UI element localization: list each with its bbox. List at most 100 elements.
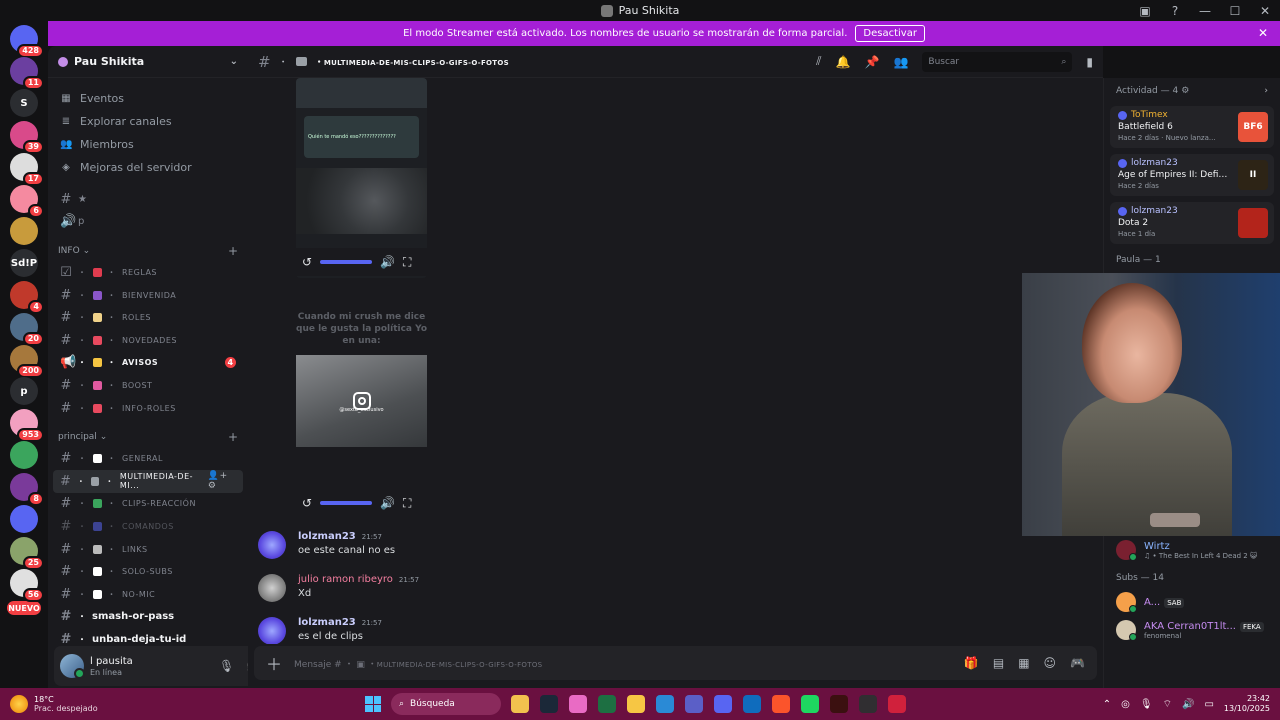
invite-icon[interactable]: 👤+	[208, 471, 228, 481]
channel-item[interactable]: 🔊 p	[48, 211, 248, 234]
monitor-icon[interactable]: ▣	[1130, 4, 1160, 18]
outlook-icon[interactable]	[743, 695, 761, 713]
server-icon[interactable]: 56	[10, 569, 44, 602]
server-icon[interactable]: S	[10, 89, 38, 117]
message[interactable]: lolzman23 21:57 oe este canal no es	[258, 531, 395, 559]
user-info[interactable]: l pausita En línea	[90, 656, 133, 677]
minimize-icon[interactable]: —	[1190, 4, 1220, 18]
server-icon[interactable]: 11	[10, 57, 44, 90]
discord-icon[interactable]: 428	[10, 25, 44, 58]
clock[interactable]: 23:42 13/10/2025	[1224, 694, 1270, 715]
channel-clips-reacci-n[interactable]: # ・ ・ clips-reacción	[48, 493, 248, 516]
member-item[interactable]: A... SAB	[1104, 588, 1280, 616]
message-author[interactable]: lolzman23 21:57	[298, 531, 395, 542]
replay-icon[interactable]: ↺	[302, 496, 312, 510]
weather-widget[interactable]: 18°C Prac. despejado	[0, 695, 98, 713]
search-input[interactable]: Buscar ⌕	[922, 51, 1073, 72]
channel-comandos[interactable]: # ・ ・ comandos	[48, 515, 248, 538]
volume-icon[interactable]: 🔊	[380, 496, 395, 510]
activity-card[interactable]: lolzman23Age of Empires II: Definitiv...…	[1110, 154, 1274, 196]
nav-item[interactable]: ▦ Eventos	[48, 87, 248, 109]
discord-icon[interactable]	[714, 695, 732, 713]
banner-close-icon[interactable]: ✕	[1258, 26, 1268, 40]
wifi-icon[interactable]: ⌔	[1163, 698, 1172, 711]
microphone-icon[interactable]: 🎙	[1140, 699, 1153, 710]
pin-icon[interactable]: 📌	[864, 55, 879, 69]
channel-novedades[interactable]: # ・ ・ novedades	[48, 329, 248, 352]
channel-no-mic[interactable]: # ・ ・ no-mic	[48, 583, 248, 606]
avatar[interactable]	[258, 531, 286, 559]
channel-boost[interactable]: # ・ ・ boost	[48, 374, 248, 397]
server-icon[interactable]: 8	[10, 473, 44, 506]
activity-card[interactable]: ToTimex Battlefield 6 Hace 2 días · Nuevo …	[1110, 106, 1274, 148]
fullscreen-icon[interactable]: ⛶	[403, 496, 411, 511]
crown-icon[interactable]	[10, 217, 38, 245]
channel-reglas[interactable]: ☑ ・ ・ reglas	[48, 261, 248, 284]
member-item[interactable]: Wirtz ♫ • The Best In Left 4 Dead 2 😺	[1104, 538, 1280, 562]
record-icon[interactable]	[830, 695, 848, 713]
app-red-icon[interactable]	[888, 695, 906, 713]
new-badge[interactable]: NUEVO	[7, 601, 41, 615]
channel-links[interactable]: # ・ ・ links	[48, 538, 248, 561]
inbox-icon[interactable]: ▮	[1086, 55, 1093, 69]
edge-icon[interactable]	[656, 695, 674, 713]
folder-icon[interactable]	[627, 695, 645, 713]
member-item[interactable]: AKA Cerran0T1lt... FEKA fenomenal	[1104, 616, 1280, 644]
maximize-icon[interactable]: ☐	[1220, 4, 1250, 18]
obs-icon[interactable]	[859, 695, 877, 713]
server-icon[interactable]: 4	[10, 281, 44, 314]
server-icon[interactable]: 17	[10, 153, 44, 186]
threads-icon[interactable]: ⫽	[816, 54, 821, 69]
gift-icon[interactable]: 🎁	[964, 656, 979, 670]
battery-icon[interactable]: ▭	[1204, 699, 1213, 710]
channel-solo-subs[interactable]: # ・ ・ solo-subs	[48, 560, 248, 583]
channel-roles[interactable]: # ・ ・ roles	[48, 306, 248, 329]
server-icon[interactable]: 25	[10, 537, 44, 570]
nav-item[interactable]: ≣ Explorar canales	[48, 110, 248, 132]
add-channel-icon[interactable]: +	[228, 244, 238, 258]
file-explorer-icon[interactable]	[511, 695, 529, 713]
deactivate-button[interactable]: Desactivar	[855, 25, 925, 42]
help-icon[interactable]: ?	[1160, 4, 1190, 18]
fullscreen-icon[interactable]: ⛶	[403, 255, 411, 270]
replay-icon[interactable]: ↺	[302, 255, 312, 269]
message-author[interactable]: lolzman23 21:57	[298, 617, 382, 628]
activity-card[interactable]: lolzman23 Dota 2 Hace 1 día	[1110, 202, 1274, 244]
close-icon[interactable]: ✕	[1250, 4, 1280, 18]
channel-multimedia-de-mi[interactable]: # ・ ・ multimedia-de-mi... 👤+ ⚙	[53, 469, 243, 493]
category-principal[interactable]: principal ⌄ +	[48, 427, 248, 447]
windows-start-icon[interactable]	[365, 696, 381, 712]
app-multicolor-icon[interactable]	[569, 695, 587, 713]
channel-bienvenida[interactable]: # ・ ・ bienvenida	[48, 284, 248, 307]
channel-item[interactable]: # ★	[48, 188, 248, 211]
taskbar-search[interactable]: ⌕ Búsqueda	[391, 693, 501, 715]
avatar[interactable]	[258, 574, 286, 602]
server-icon[interactable]: p	[10, 377, 38, 405]
nav-item[interactable]: 👥 Miembros	[48, 133, 248, 155]
gear-icon[interactable]: ⚙	[208, 481, 217, 491]
avatar[interactable]	[258, 617, 286, 644]
members-icon[interactable]: 👥	[893, 55, 908, 69]
gear-icon[interactable]: ⚙	[1181, 86, 1189, 96]
server-icon[interactable]: 6	[10, 185, 44, 218]
folder-icon[interactable]	[10, 505, 38, 533]
avatar[interactable]	[60, 654, 85, 679]
server-icon[interactable]: 39	[10, 121, 44, 154]
server-icon[interactable]: 20	[10, 313, 44, 346]
server-icon[interactable]: 200	[10, 345, 44, 378]
guild-header[interactable]: Pau Shikita ⌄	[48, 46, 248, 78]
bell-icon[interactable]: 🔔	[836, 55, 851, 69]
video-embed-2[interactable]: @sexto_exclusivo	[296, 355, 427, 447]
sticker-icon[interactable]: ▦	[1018, 656, 1029, 670]
message-composer[interactable]: ＋ Mensaje # ・ ▣ ・multimedia-de-mis-clips…	[254, 646, 1097, 680]
channel-general[interactable]: # ・ ・ general	[48, 447, 248, 470]
add-channel-icon[interactable]: +	[228, 430, 238, 444]
emoji-icon[interactable]: ☺	[1044, 656, 1057, 670]
volume-icon[interactable]: 🔊	[1182, 699, 1194, 710]
network-icon[interactable]: ◎	[1121, 699, 1130, 710]
channel-info-roles[interactable]: # ・ ・ info-roles	[48, 397, 248, 420]
excel-icon[interactable]	[598, 695, 616, 713]
volume-icon[interactable]: 🔊	[380, 255, 395, 269]
server-icon[interactable]: Sd!P	[10, 249, 38, 277]
teams-icon[interactable]	[685, 695, 703, 713]
